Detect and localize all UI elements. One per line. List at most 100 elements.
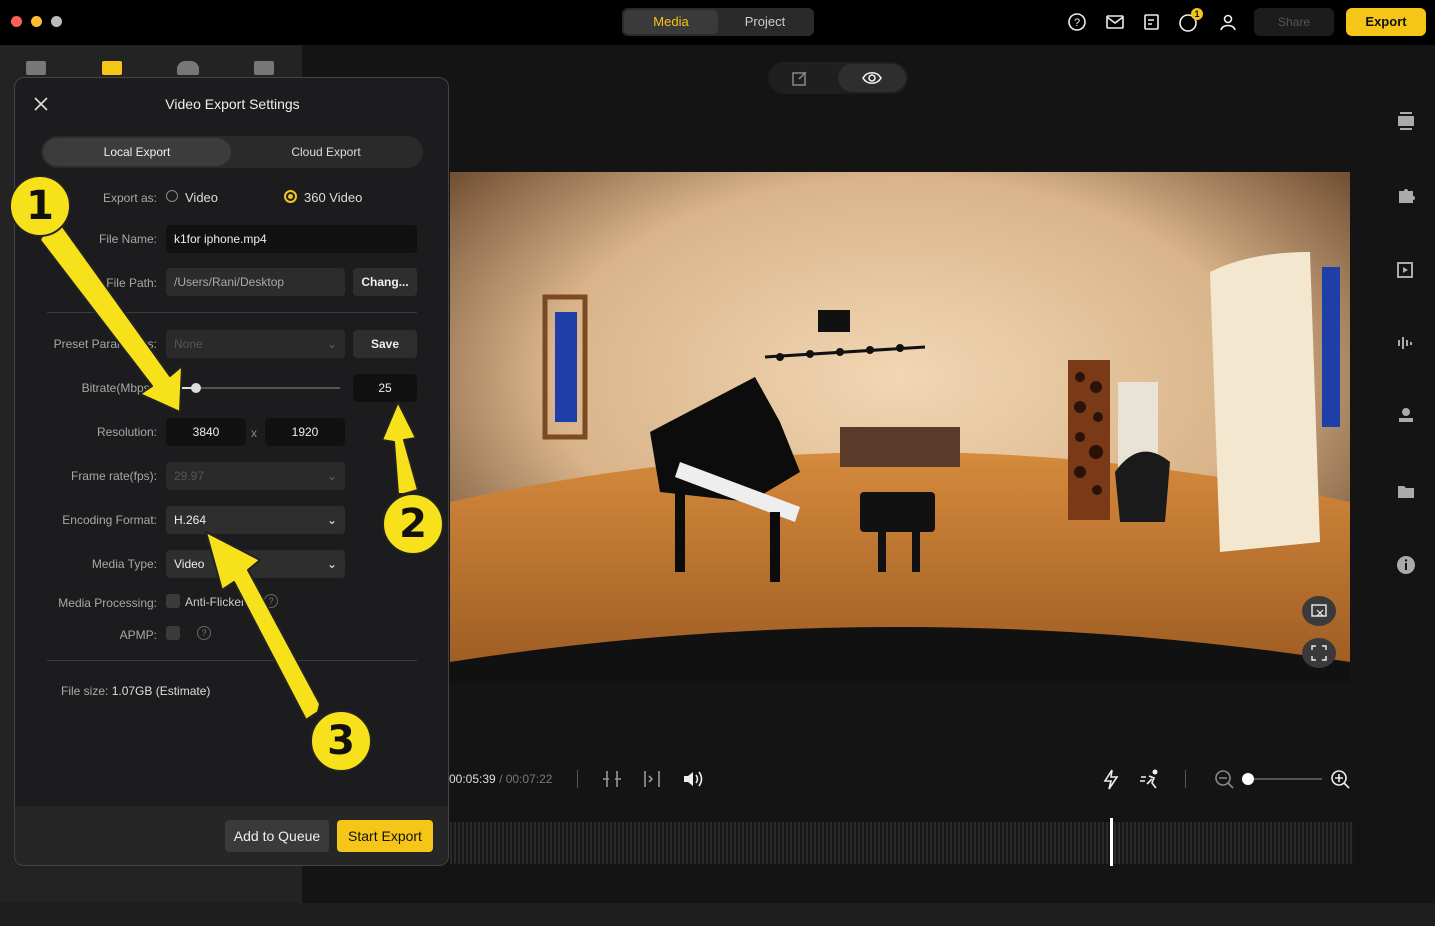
divider [47, 660, 417, 661]
notification-badge: 1 [1191, 8, 1203, 20]
minimize-window-button[interactable] [31, 16, 42, 27]
plugin-icon[interactable] [1393, 184, 1419, 210]
apmp-checkbox[interactable] [166, 626, 180, 640]
media-type-value: Video [174, 557, 205, 571]
updates-icon[interactable]: 1 [1177, 8, 1203, 34]
chevron-down-icon: ⌄ [326, 337, 337, 351]
preset-label: Preset Parameters: [53, 337, 157, 351]
zoom-slider-thumb[interactable] [1242, 773, 1254, 785]
tab-project[interactable]: Project [718, 10, 812, 34]
fullscreen-icon[interactable] [1302, 638, 1336, 668]
help-icon[interactable]: ? [1066, 12, 1088, 34]
zoom-out-icon[interactable] [1213, 768, 1235, 795]
view-mode-toggle [768, 62, 908, 94]
close-window-button[interactable] [11, 16, 22, 27]
resolution-height-input[interactable]: 1920 [265, 418, 345, 446]
folder-icon[interactable] [1393, 480, 1419, 506]
share-button[interactable]: Share [1254, 8, 1334, 36]
encoding-select[interactable]: H.264 ⌄ [166, 506, 345, 534]
export-button[interactable]: Export [1346, 8, 1426, 36]
speed-icon[interactable] [1139, 768, 1163, 795]
divider [47, 312, 417, 313]
bitrate-slider-thumb[interactable] [191, 383, 201, 393]
file-size-label: File size: [61, 684, 109, 698]
change-path-button[interactable]: Chang... [353, 268, 417, 296]
info-icon[interactable] [1393, 554, 1419, 580]
radio-video[interactable] [166, 190, 178, 202]
playhead[interactable] [1110, 818, 1113, 866]
edit-view-icon[interactable] [790, 68, 812, 88]
current-time: 00:05:39 [449, 772, 496, 786]
radio-360-video[interactable] [284, 190, 297, 203]
encoding-label: Encoding Format: [62, 513, 157, 527]
crop-view-icon[interactable] [1302, 596, 1336, 626]
resolution-width-input[interactable]: 3840 [166, 418, 246, 446]
save-preset-button[interactable]: Save [353, 330, 417, 358]
start-export-button[interactable]: Start Export [337, 820, 433, 852]
file-name-input[interactable]: k1for iphone.mp4 [166, 225, 417, 253]
media-icon[interactable] [26, 61, 46, 75]
anti-flicker-label: Anti-Flicker [185, 595, 246, 609]
dialog-title: Video Export Settings [165, 96, 300, 112]
frame-rate-select[interactable]: 29.97 ⌄ [166, 462, 345, 490]
chevron-down-icon: ⌄ [326, 469, 337, 483]
notes-icon[interactable] [1141, 12, 1163, 34]
total-time: 00:07:22 [505, 772, 553, 786]
split-icon[interactable] [601, 768, 623, 795]
anti-flicker-checkbox[interactable] [166, 594, 180, 608]
bitrate-input[interactable]: 25 [353, 374, 417, 402]
mail-icon[interactable] [1104, 12, 1126, 34]
clip-effects-icon[interactable] [1393, 258, 1419, 284]
add-to-queue-button[interactable]: Add to Queue [225, 820, 329, 852]
tab-media[interactable]: Media [624, 10, 718, 34]
tab-cloud-export[interactable]: Cloud Export [231, 138, 421, 166]
export-settings-dialog: Video Export Settings Local Export Cloud… [14, 77, 449, 866]
cloud-icon[interactable] [177, 61, 199, 75]
file-path-label: File Path: [106, 276, 157, 290]
status-bar [0, 903, 1435, 926]
resolution-x: x [251, 426, 257, 440]
apmp-label: APMP: [119, 628, 157, 642]
media-type-label: Media Type: [91, 557, 157, 571]
time-display: 00:05:39 / 00:07:22 [449, 772, 552, 786]
chevron-down-icon: ⌄ [326, 557, 337, 571]
media-processing-label: Media Processing: [58, 596, 157, 610]
360-video-option-label[interactable]: 360 Video [304, 190, 362, 205]
divider [577, 770, 578, 788]
bitrate-label: Bitrate(Mbps): [81, 381, 157, 395]
callout-2: 2 [382, 493, 444, 555]
zoom-in-icon[interactable] [1329, 768, 1351, 795]
bitrate-slider[interactable] [180, 383, 340, 393]
divider [1185, 770, 1186, 788]
time-separator: / [499, 772, 503, 786]
help-icon[interactable]: ? [264, 594, 278, 608]
file-size: File size: 1.07GB (Estimate) [61, 684, 210, 698]
tab-local-export[interactable]: Local Export [43, 138, 231, 166]
volume-icon[interactable] [681, 768, 705, 795]
frame-rate-value: 29.97 [174, 469, 205, 483]
media-type-select[interactable]: Video ⌄ [166, 550, 345, 578]
export-list-icon[interactable] [102, 61, 122, 75]
tools-sidebar [1380, 45, 1435, 903]
trim-icon[interactable] [641, 768, 663, 795]
video-preview[interactable] [450, 172, 1350, 683]
chevron-down-icon: ⌄ [326, 513, 337, 527]
file-path-input[interactable]: /Users/Rani/Desktop [166, 268, 345, 296]
zoom-window-button[interactable] [51, 16, 62, 27]
audio-icon[interactable] [1393, 332, 1419, 358]
reframe-icon[interactable] [1393, 110, 1419, 136]
callout-3: 3 [310, 710, 372, 772]
callout-1: 1 [9, 175, 71, 237]
favorites-icon[interactable] [254, 61, 274, 75]
timeline-track[interactable] [450, 822, 1354, 864]
help-icon[interactable]: ? [197, 626, 211, 640]
encoding-value: H.264 [174, 513, 207, 527]
zoom-slider[interactable] [1244, 778, 1322, 780]
user-icon[interactable] [1217, 12, 1239, 34]
preset-select[interactable]: None ⌄ [166, 330, 345, 358]
preset-value: None [174, 337, 203, 351]
preview-view-button[interactable] [838, 64, 906, 92]
flash-icon[interactable] [1100, 768, 1122, 795]
video-option-label[interactable]: Video [185, 190, 218, 205]
stamp-icon[interactable] [1393, 406, 1419, 432]
